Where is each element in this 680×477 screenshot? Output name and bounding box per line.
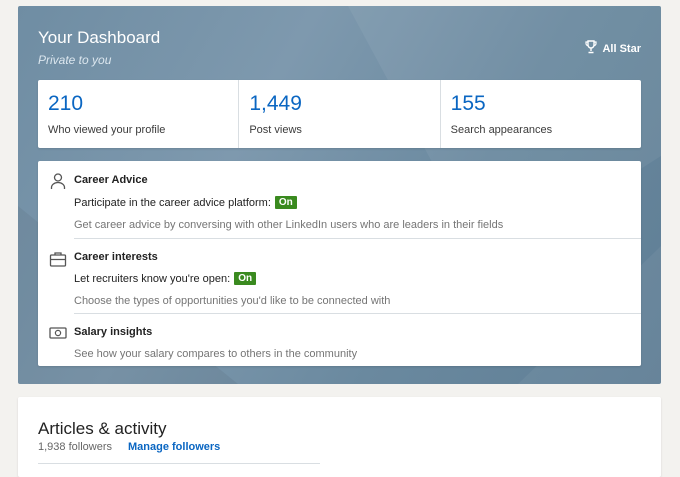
career-interests-section[interactable]: Career interests Let recruiters know you… <box>38 239 641 313</box>
salary-insights-description: See how your salary compares to others i… <box>74 348 358 360</box>
briefcase-icon <box>49 250 67 268</box>
dashboard-title: Your Dashboard <box>38 28 161 47</box>
stat-value: 155 <box>450 92 486 115</box>
career-interests-line: Let recruiters know you're open: <box>74 272 231 285</box>
stat-profile-views[interactable]: 210 Who viewed your profile <box>38 80 240 148</box>
all-star-badge[interactable]: All Star <box>585 40 641 57</box>
articles-activity-card: Articles & activity 1,938 followers Mana… <box>18 397 661 477</box>
career-advice-line: Participate in the career advice platfor… <box>74 196 271 209</box>
stat-search-appearances[interactable]: 155 Search appearances <box>441 80 641 148</box>
stat-label: Who viewed your profile <box>48 124 166 136</box>
career-advice-description: Get career advice by conversing with oth… <box>74 219 504 231</box>
money-icon <box>49 324 67 342</box>
person-icon <box>49 172 67 190</box>
stat-label: Search appearances <box>450 124 553 136</box>
status-badge[interactable]: On <box>274 196 297 209</box>
trophy-icon <box>585 40 598 57</box>
manage-followers-link[interactable]: Manage followers <box>128 441 220 453</box>
career-interests-description: Choose the types of opportunities you'd … <box>74 295 391 307</box>
followers-count: 1,938 followers <box>38 441 112 453</box>
stat-label: Post views <box>249 124 302 136</box>
status-badge[interactable]: On <box>234 272 257 285</box>
career-advice-status-line: Participate in the career advice platfor… <box>74 196 297 209</box>
stats-bar: 210 Who viewed your profile 1,449 Post v… <box>38 80 641 148</box>
stat-post-views[interactable]: 1,449 Post views <box>239 80 441 148</box>
career-advice-section[interactable]: Career Advice Participate in the career … <box>38 161 641 238</box>
stat-value: 210 <box>48 92 84 115</box>
dashboard-features-panel: Career Advice Participate in the career … <box>38 161 641 366</box>
articles-followers-line: 1,938 followers Manage followers <box>38 441 220 453</box>
career-interests-status-line: Let recruiters know you're open: On <box>74 272 257 285</box>
dashboard-subtitle: Private to you <box>38 53 112 67</box>
divider <box>38 463 320 464</box>
stat-value: 1,449 <box>249 92 302 115</box>
salary-insights-title: Salary insights <box>74 326 153 338</box>
all-star-label: All Star <box>602 42 641 55</box>
dashboard-card: Your Dashboard Private to you All Star 2… <box>18 6 661 384</box>
career-advice-title: Career Advice <box>74 174 148 186</box>
career-interests-title: Career interests <box>74 251 158 263</box>
articles-title: Articles & activity <box>38 419 167 438</box>
salary-insights-section[interactable]: Salary insights See how your salary comp… <box>38 314 641 366</box>
